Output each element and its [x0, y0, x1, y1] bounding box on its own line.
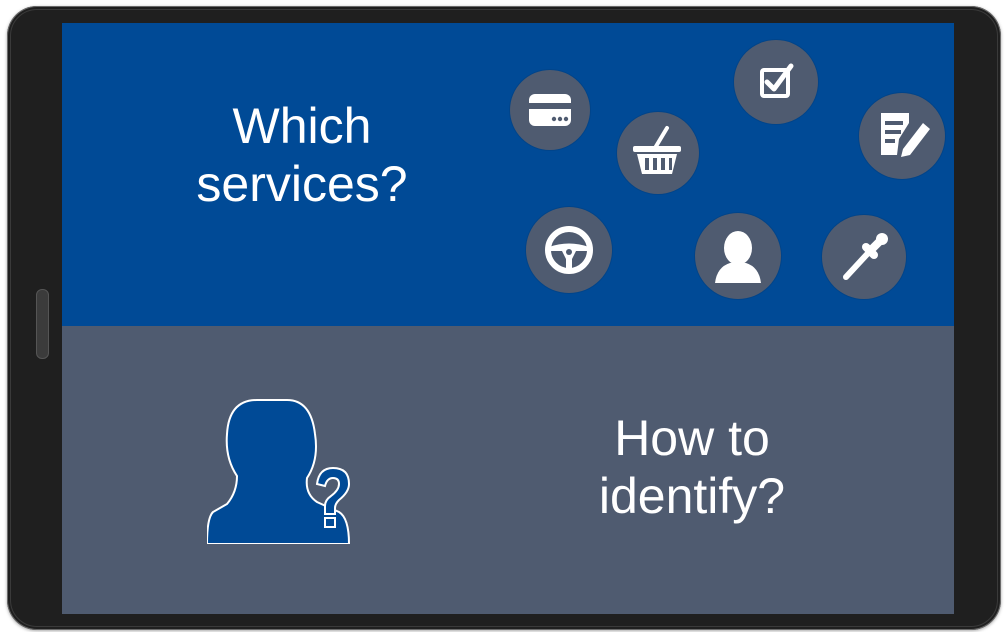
identify-heading-line1: How to — [614, 410, 770, 466]
tablet-screen: Which services? How to identify? — [62, 23, 954, 614]
shopping-basket-icon — [617, 112, 699, 194]
services-heading-line1: Which — [232, 98, 372, 154]
person-icon — [695, 213, 781, 299]
services-heading-line2: services? — [196, 156, 408, 212]
identify-panel: How to identify? — [62, 326, 954, 614]
home-button[interactable] — [36, 289, 49, 359]
tablet-frame: Which services? How to identify? — [7, 6, 1001, 630]
identify-heading-line2: identify? — [598, 468, 786, 524]
edit-document-icon — [859, 93, 945, 179]
checkbox-icon — [734, 40, 818, 124]
person-question-icon — [205, 394, 377, 545]
identify-heading: How to identify? — [542, 409, 842, 525]
pipette-icon — [822, 215, 906, 299]
steering-wheel-icon — [526, 207, 612, 293]
services-panel: Which services? — [62, 23, 954, 326]
services-heading: Which services? — [162, 97, 442, 213]
credit-card-icon — [510, 70, 590, 150]
